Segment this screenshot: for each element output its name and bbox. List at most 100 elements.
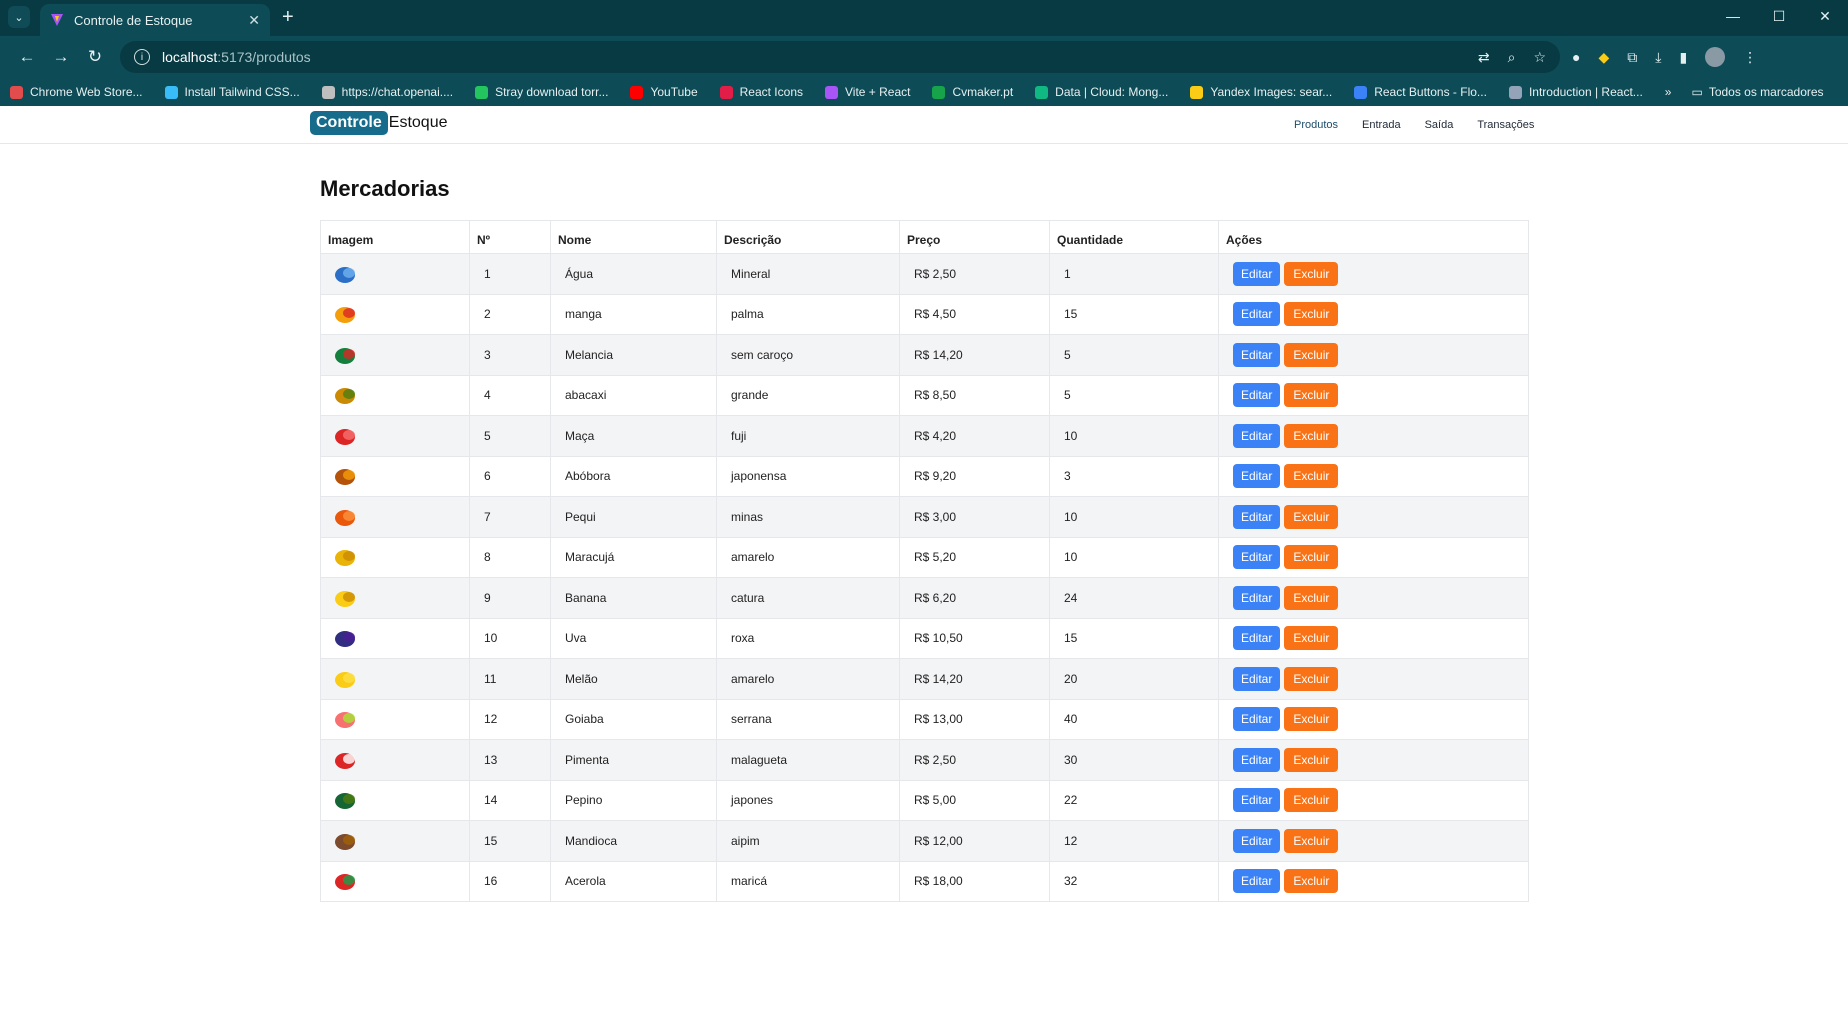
cell-image: [320, 456, 470, 497]
bookmark-item[interactable]: https://chat.openai....: [321, 85, 454, 99]
all-bookmarks-folder[interactable]: ▭ Todos os marcadores: [1691, 85, 1823, 99]
nav-produtos[interactable]: Produtos: [1294, 119, 1338, 131]
edit-button[interactable]: Editar: [1233, 626, 1281, 651]
cell-descricao: palma: [716, 294, 900, 335]
nav-saida[interactable]: Saída: [1425, 119, 1454, 131]
browser-tab[interactable]: Controle de Estoque ✕: [40, 4, 270, 36]
bookmark-star-icon[interactable]: ☆: [1533, 49, 1546, 66]
edit-button[interactable]: Editar: [1233, 788, 1281, 813]
bookmark-favicon-icon: [825, 85, 838, 99]
mango-icon: [335, 307, 355, 324]
edit-button[interactable]: Editar: [1233, 504, 1281, 529]
cell-descricao: japonensa: [716, 456, 900, 497]
delete-button[interactable]: Excluir: [1284, 788, 1339, 813]
cell-acoes: Editar Excluir: [1218, 658, 1529, 700]
bookmark-item[interactable]: Data | Cloud: Mong...: [1035, 85, 1168, 99]
bookmark-item[interactable]: Introduction | React...: [1508, 85, 1643, 99]
delete-button[interactable]: Excluir: [1284, 869, 1339, 894]
more-bookmarks-icon[interactable]: »: [1665, 85, 1672, 99]
cell-descricao: serrana: [716, 699, 900, 740]
bookmark-item[interactable]: Chrome Web Store...: [10, 85, 143, 99]
app-logo[interactable]: Controle Estoque: [310, 111, 448, 135]
cell-descricao: malagueta: [716, 739, 900, 781]
edit-button[interactable]: Editar: [1233, 828, 1281, 853]
download-icon[interactable]: ⤓: [1655, 49, 1661, 66]
bookmark-item[interactable]: Install Tailwind CSS...: [164, 85, 300, 99]
nav-transacoes[interactable]: Transações: [1477, 119, 1534, 131]
edit-button[interactable]: Editar: [1233, 545, 1281, 570]
delete-button[interactable]: Excluir: [1284, 464, 1339, 489]
delete-button[interactable]: Excluir: [1284, 666, 1339, 691]
profile-avatar[interactable]: [1705, 47, 1726, 67]
delete-button[interactable]: Excluir: [1284, 423, 1339, 448]
maximize-icon[interactable]: ☐: [1756, 0, 1802, 32]
bookmark-item[interactable]: Stray download torr...: [475, 85, 608, 99]
extension-icon[interactable]: ●: [1572, 49, 1580, 65]
table-row: 2 manga palma R$ 4,50 15 Editar Excluir: [320, 294, 1529, 335]
cell-descricao: fuji: [716, 415, 900, 457]
nav-entrada[interactable]: Entrada: [1362, 119, 1401, 131]
menu-icon[interactable]: ⋮: [1743, 49, 1757, 66]
table-row: 11 Melão amarelo R$ 14,20 20 Editar Excluir: [320, 658, 1529, 700]
cell-preco: R$ 2,50: [899, 253, 1050, 295]
banana-icon: [335, 590, 355, 607]
edit-button[interactable]: Editar: [1233, 261, 1281, 286]
delete-button[interactable]: Excluir: [1284, 626, 1339, 651]
cell-preco: R$ 14,20: [899, 658, 1050, 700]
edit-button[interactable]: Editar: [1233, 383, 1281, 408]
bookmark-item[interactable]: React Icons: [719, 85, 803, 99]
delete-button[interactable]: Excluir: [1284, 747, 1339, 772]
tab-search-icon[interactable]: ⌄: [8, 6, 30, 28]
bookmark-item[interactable]: Yandex Images: sear...: [1190, 85, 1332, 99]
bookmark-item[interactable]: YouTube: [630, 85, 698, 99]
cell-preco: R$ 5,00: [899, 780, 1050, 821]
new-tab-icon[interactable]: +: [282, 6, 294, 28]
delete-button[interactable]: Excluir: [1284, 302, 1339, 327]
translate-icon[interactable]: ⇄: [1478, 49, 1490, 66]
cell-image: [320, 820, 470, 862]
edit-button[interactable]: Editar: [1233, 666, 1281, 691]
back-icon[interactable]: ←: [10, 42, 44, 72]
delete-button[interactable]: Excluir: [1284, 383, 1339, 408]
cell-quantidade: 12: [1049, 820, 1219, 862]
extension-2-icon[interactable]: ◆: [1598, 49, 1609, 66]
forward-icon[interactable]: →: [44, 42, 78, 72]
nav-links: Produtos Entrada Saída Transações: [1294, 119, 1534, 131]
bookmark-label: https://chat.openai....: [341, 85, 454, 99]
edit-button[interactable]: Editar: [1233, 869, 1281, 894]
site-info-icon[interactable]: i: [134, 49, 150, 65]
delete-button[interactable]: Excluir: [1284, 707, 1339, 732]
delete-button[interactable]: Excluir: [1284, 585, 1339, 610]
close-tab-icon[interactable]: ✕: [248, 12, 260, 29]
minimize-icon[interactable]: —: [1710, 0, 1756, 32]
app-navbar: Controle Estoque Produtos Entrada Saída …: [0, 106, 1848, 144]
cell-descricao: sem caroço: [716, 334, 900, 376]
edit-button[interactable]: Editar: [1233, 302, 1281, 327]
delete-button[interactable]: Excluir: [1284, 504, 1339, 529]
side-panel-icon[interactable]: ▮: [1679, 49, 1687, 66]
edit-button[interactable]: Editar: [1233, 464, 1281, 489]
cell-image: [320, 415, 470, 457]
delete-button[interactable]: Excluir: [1284, 261, 1339, 286]
edit-button[interactable]: Editar: [1233, 707, 1281, 732]
reload-icon[interactable]: ↻: [78, 42, 112, 72]
bookmark-item[interactable]: React Buttons - Flo...: [1354, 85, 1487, 99]
bookmark-item[interactable]: Cvmaker.pt: [932, 85, 1013, 99]
cell-image: [320, 537, 470, 578]
zoom-icon[interactable]: ⌕: [1508, 49, 1516, 66]
close-window-icon[interactable]: ✕: [1802, 0, 1848, 32]
address-bar[interactable]: i localhost :5173/produtos ⇄ ⌕ ☆: [120, 41, 1560, 73]
cell-image: [320, 739, 470, 781]
cell-descricao: japones: [716, 780, 900, 821]
bookmark-item[interactable]: Vite + React: [825, 85, 910, 99]
cell-nome: Maça: [550, 415, 717, 457]
delete-button[interactable]: Excluir: [1284, 342, 1339, 367]
delete-button[interactable]: Excluir: [1284, 545, 1339, 570]
edit-button[interactable]: Editar: [1233, 342, 1281, 367]
extensions-puzzle-icon[interactable]: ⧉: [1627, 49, 1637, 66]
cell-acoes: Editar Excluir: [1218, 334, 1529, 376]
delete-button[interactable]: Excluir: [1284, 828, 1339, 853]
edit-button[interactable]: Editar: [1233, 585, 1281, 610]
edit-button[interactable]: Editar: [1233, 423, 1281, 448]
edit-button[interactable]: Editar: [1233, 747, 1281, 772]
